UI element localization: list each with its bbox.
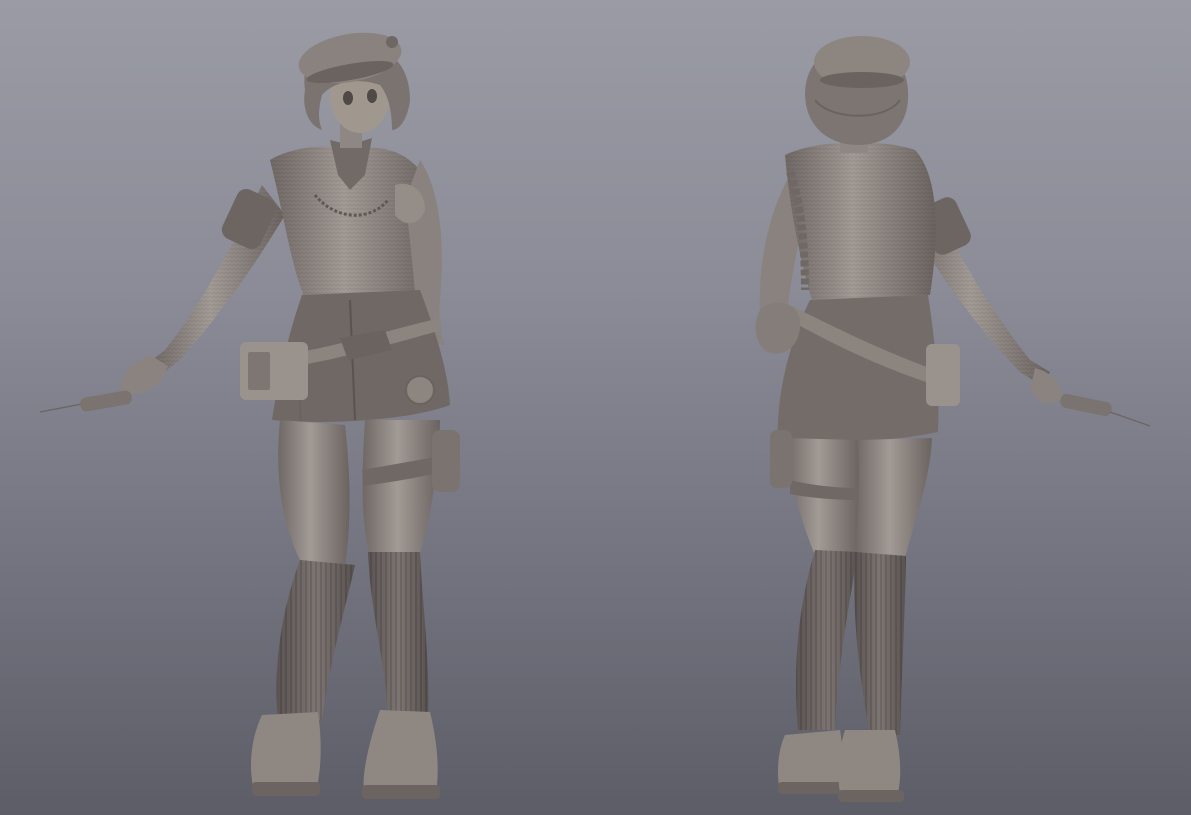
front-pocket-watch [405,375,435,405]
front-right-thigh [362,420,440,555]
back-figure [755,36,1151,802]
back-right-thigh [855,438,932,558]
back-holster [770,430,792,488]
front-holster [432,430,460,492]
sculpt-viewport[interactable] [0,0,1191,815]
back-pouch [926,344,960,406]
back-right-hand [1030,368,1062,404]
front-figure [39,32,460,799]
front-syringe [39,390,132,413]
sculpt-render [39,32,1151,802]
front-beret-badge [386,36,398,48]
front-armband [221,188,277,250]
back-syringe [1060,393,1151,427]
front-right-shoe [363,710,438,798]
front-left-thigh [278,420,350,565]
